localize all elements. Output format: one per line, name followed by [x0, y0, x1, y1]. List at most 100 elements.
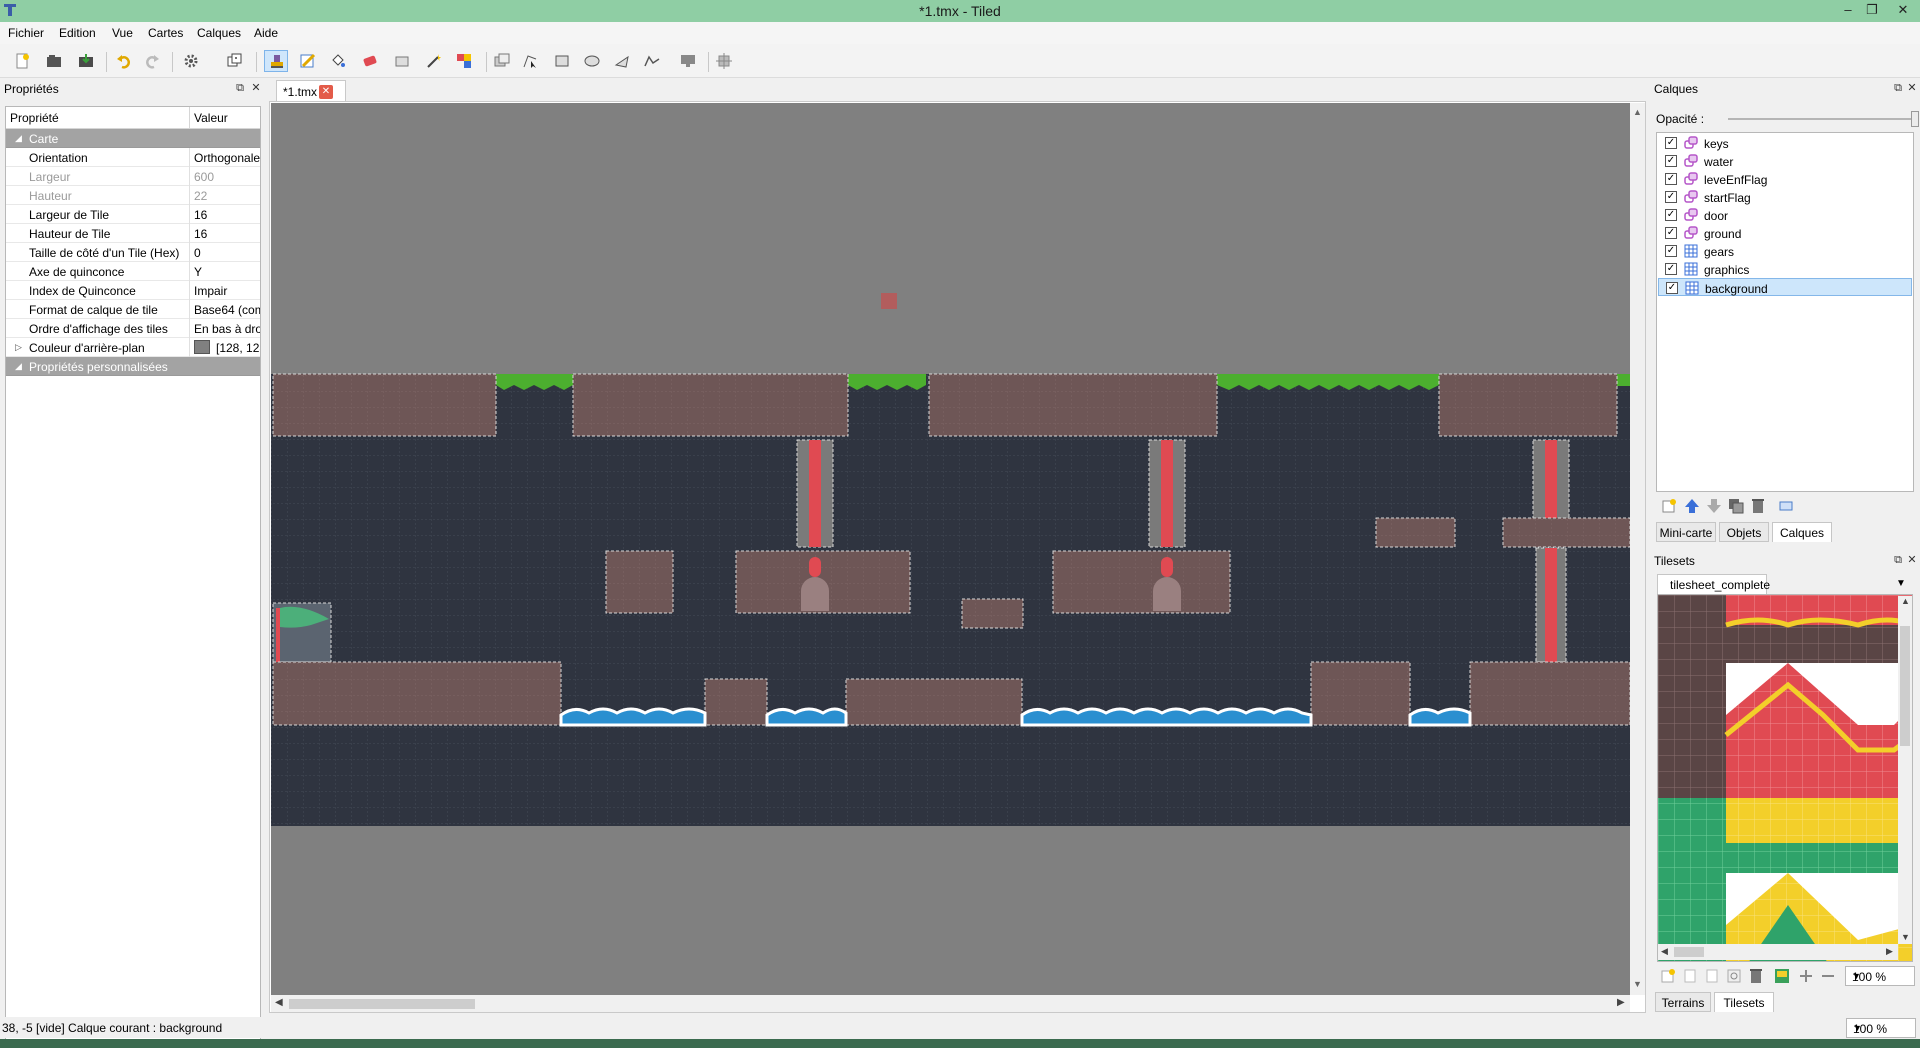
group-carte[interactable]: ◢ Carte: [6, 129, 260, 148]
tileset-properties-icon[interactable]: [1726, 968, 1742, 984]
scroll-thumb[interactable]: [1674, 947, 1704, 957]
import-tileset-icon[interactable]: [1682, 968, 1698, 984]
insert-ellipse-icon[interactable]: [580, 50, 604, 72]
scroll-up-icon[interactable]: ▲: [1901, 596, 1910, 606]
column-property[interactable]: Propriété: [10, 111, 59, 125]
close-panel-icon[interactable]: ✕: [250, 81, 262, 95]
layer-visibility-checkbox[interactable]: ✓: [1665, 245, 1677, 257]
property-row[interactable]: Index de Quinconce Impair: [6, 281, 260, 300]
layer-visibility-checkbox[interactable]: ✓: [1665, 227, 1677, 239]
close-window-button[interactable]: ✕: [1893, 1, 1913, 19]
property-row[interactable]: Orientation Orthogonale: [6, 148, 260, 167]
scroll-thumb[interactable]: [289, 999, 475, 1009]
tilesheet-preview[interactable]: [1658, 595, 1913, 962]
map-horizontal-scrollbar[interactable]: ◀ ▶: [271, 995, 1630, 1012]
edit-terrain-icon[interactable]: [1774, 968, 1790, 984]
property-row[interactable]: Ordre d'affichage des tiles En bas à droi: [6, 319, 260, 338]
property-row[interactable]: Format de calque de tile Base64 (com: [6, 300, 260, 319]
close-panel-icon[interactable]: ✕: [1906, 81, 1918, 95]
layer-visibility-checkbox[interactable]: ✓: [1665, 263, 1677, 275]
tileset-zoom-select[interactable]: 100 % ▼: [1845, 966, 1915, 986]
float-panel-icon[interactable]: ⧉: [1892, 553, 1904, 567]
terrain-brush-icon[interactable]: [296, 50, 320, 72]
layer-visibility-checkbox[interactable]: ✓: [1665, 173, 1677, 185]
layer-item-gears[interactable]: ✓ gears: [1658, 242, 1912, 260]
expand-icon[interactable]: ▷: [15, 342, 22, 353]
scroll-up-icon[interactable]: ▲: [1633, 107, 1642, 117]
maximize-button[interactable]: ❐: [1862, 1, 1882, 19]
commands-icon[interactable]: [180, 50, 204, 72]
redo-icon[interactable]: [140, 50, 164, 72]
scroll-right-icon[interactable]: ▶: [1886, 946, 1893, 957]
bucket-fill-icon[interactable]: [326, 50, 350, 72]
insert-tile-object-icon[interactable]: [676, 50, 700, 72]
scroll-down-icon[interactable]: ▼: [1633, 979, 1642, 989]
level-map[interactable]: [271, 103, 1630, 995]
property-value[interactable]: 16: [194, 208, 260, 222]
property-value[interactable]: En bas à droi: [194, 322, 260, 336]
close-panel-icon[interactable]: ✕: [1906, 553, 1918, 567]
delete-tileset-icon[interactable]: [1748, 968, 1764, 984]
scroll-right-icon[interactable]: ▶: [1617, 997, 1625, 1008]
add-tiles-icon[interactable]: [1798, 968, 1814, 984]
tileset-tab[interactable]: tilesheet_complete: [1657, 574, 1770, 594]
remove-tiles-icon[interactable]: [1820, 968, 1836, 984]
scroll-thumb[interactable]: [1900, 626, 1910, 746]
column-value[interactable]: Valeur: [194, 111, 228, 125]
map-vertical-scrollbar[interactable]: ▲ ▼: [1630, 103, 1645, 995]
edit-polygons-icon[interactable]: [518, 50, 542, 72]
menu-cartes[interactable]: Cartes: [148, 26, 183, 40]
duplicate-layer-icon[interactable]: [1728, 498, 1744, 514]
property-row[interactable]: Axe de quinconce Y: [6, 262, 260, 281]
property-value[interactable]: Orthogonale: [194, 151, 260, 165]
menu-calques[interactable]: Calques: [197, 26, 241, 40]
add-layer-icon[interactable]: [1661, 498, 1677, 514]
layer-visibility-checkbox[interactable]: ✓: [1665, 209, 1677, 221]
property-value[interactable]: Y: [194, 265, 260, 279]
group-custom-properties[interactable]: ◢ Propriétés personnalisées: [6, 357, 260, 376]
collapse-icon[interactable]: ◢: [15, 361, 22, 372]
float-panel-icon[interactable]: ⧉: [234, 81, 246, 95]
layer-item-water[interactable]: ✓ water: [1658, 152, 1912, 170]
map-canvas[interactable]: [271, 103, 1630, 995]
tab-mini-carte[interactable]: Mini-carte: [1656, 522, 1716, 542]
close-tab-icon[interactable]: ✕: [319, 85, 333, 99]
tab-tilesets[interactable]: Tilesets: [1714, 992, 1774, 1012]
key-object[interactable]: [881, 293, 897, 309]
layer-item-startFlag[interactable]: ✓ startFlag: [1658, 188, 1912, 206]
layer-item-ground[interactable]: ✓ ground: [1658, 224, 1912, 242]
insert-polyline-icon[interactable]: [640, 50, 664, 72]
open-icon[interactable]: [42, 50, 66, 72]
layer-visibility-checkbox[interactable]: ✓: [1665, 137, 1677, 149]
start-flag[interactable]: [272, 602, 332, 663]
property-value[interactable]: 16: [194, 227, 260, 241]
property-row-background-color[interactable]: ▷ Couleur d'arrière-plan [128, 128: [6, 338, 260, 357]
layer-item-background[interactable]: ✓ background: [1658, 278, 1912, 296]
eraser-icon[interactable]: [358, 50, 382, 72]
magic-wand-icon[interactable]: [422, 50, 446, 72]
property-row[interactable]: Hauteur de Tile 16: [6, 224, 260, 243]
minimize-button[interactable]: –: [1838, 1, 1858, 19]
property-value[interactable]: Base64 (com: [194, 303, 260, 317]
menu-edition[interactable]: Edition: [59, 26, 96, 40]
select-objects-icon[interactable]: [712, 50, 736, 72]
color-swatch[interactable]: [194, 340, 210, 354]
tileset-list-dropdown-icon[interactable]: ▼: [1896, 578, 1906, 589]
float-panel-icon[interactable]: ⧉: [1892, 81, 1904, 95]
tab-calques[interactable]: Calques: [1772, 522, 1832, 542]
menu-aide[interactable]: Aide: [254, 26, 278, 40]
tab-terrains[interactable]: Terrains: [1655, 992, 1711, 1012]
menu-fichier[interactable]: Fichier: [8, 26, 44, 40]
document-tab[interactable]: *1.tmx ✕: [276, 80, 346, 102]
new-tileset-icon[interactable]: [1660, 968, 1676, 984]
layer-item-graphics[interactable]: ✓ graphics: [1658, 260, 1912, 278]
tab-objets[interactable]: Objets: [1719, 522, 1769, 542]
undo-icon[interactable]: [112, 50, 136, 72]
raise-layer-icon[interactable]: [1684, 498, 1700, 514]
random-icon[interactable]: [222, 50, 246, 72]
map-zoom-select[interactable]: 100 % ▼: [1846, 1018, 1916, 1038]
tileset-horizontal-scrollbar[interactable]: ◀ ▶: [1658, 944, 1898, 960]
toggle-other-layers-icon[interactable]: [1778, 498, 1794, 514]
layer-item-keys[interactable]: ✓ keys: [1658, 134, 1912, 152]
tileset-view[interactable]: [1657, 594, 1913, 962]
